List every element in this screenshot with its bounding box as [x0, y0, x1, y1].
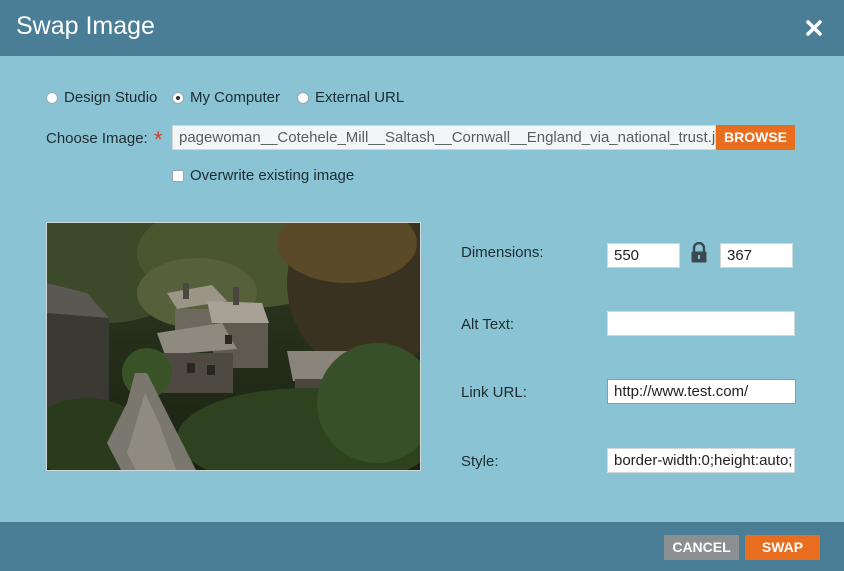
width-input[interactable]: 550: [607, 243, 680, 268]
choose-image-label: Choose Image:: [46, 130, 148, 147]
overwrite-checkbox-row[interactable]: Overwrite existing image: [172, 167, 354, 184]
browse-button[interactable]: BROWSE: [716, 125, 795, 150]
swap-button[interactable]: SWAP: [745, 535, 820, 560]
radio-design-studio-circle[interactable]: [46, 91, 58, 104]
close-icon: [806, 20, 822, 36]
lock-aspect-toggle[interactable]: [690, 241, 708, 264]
required-marker: *: [154, 127, 163, 152]
overwrite-checkbox[interactable]: [172, 169, 184, 182]
radio-external-url[interactable]: External URL: [297, 89, 404, 106]
image-preview: [46, 222, 421, 471]
dialog-title: Swap Image: [16, 12, 155, 40]
dimensions-label: Dimensions:: [461, 244, 544, 261]
radio-external-url-circle[interactable]: [297, 91, 309, 104]
link-url-label: Link URL:: [461, 384, 527, 401]
radio-my-computer-label: My Computer: [190, 89, 281, 106]
style-input[interactable]: border-width:0;height:auto;: [607, 448, 795, 473]
dialog-header: Swap Image: [0, 0, 844, 56]
height-input[interactable]: 367: [720, 243, 793, 268]
radio-external-url-label: External URL: [315, 89, 405, 106]
radio-my-computer[interactable]: My Computer: [172, 89, 280, 106]
overwrite-checkbox-label: Overwrite existing image: [190, 167, 355, 184]
preview-scene: [47, 223, 420, 470]
cancel-button[interactable]: CANCEL: [664, 535, 739, 560]
alt-text-label: Alt Text:: [461, 316, 515, 333]
link-url-input[interactable]: http://www.test.com/: [607, 379, 796, 404]
radio-my-computer-circle[interactable]: [172, 91, 184, 104]
radio-design-studio-label: Design Studio: [64, 89, 158, 106]
lock-icon: [691, 241, 707, 263]
file-name-field[interactable]: pagewoman__Cotehele_Mill__Saltash__Cornw…: [172, 125, 716, 150]
close-button[interactable]: [804, 18, 824, 38]
style-label: Style:: [461, 453, 499, 470]
alt-text-input[interactable]: [607, 311, 795, 336]
radio-design-studio[interactable]: Design Studio: [46, 89, 157, 106]
